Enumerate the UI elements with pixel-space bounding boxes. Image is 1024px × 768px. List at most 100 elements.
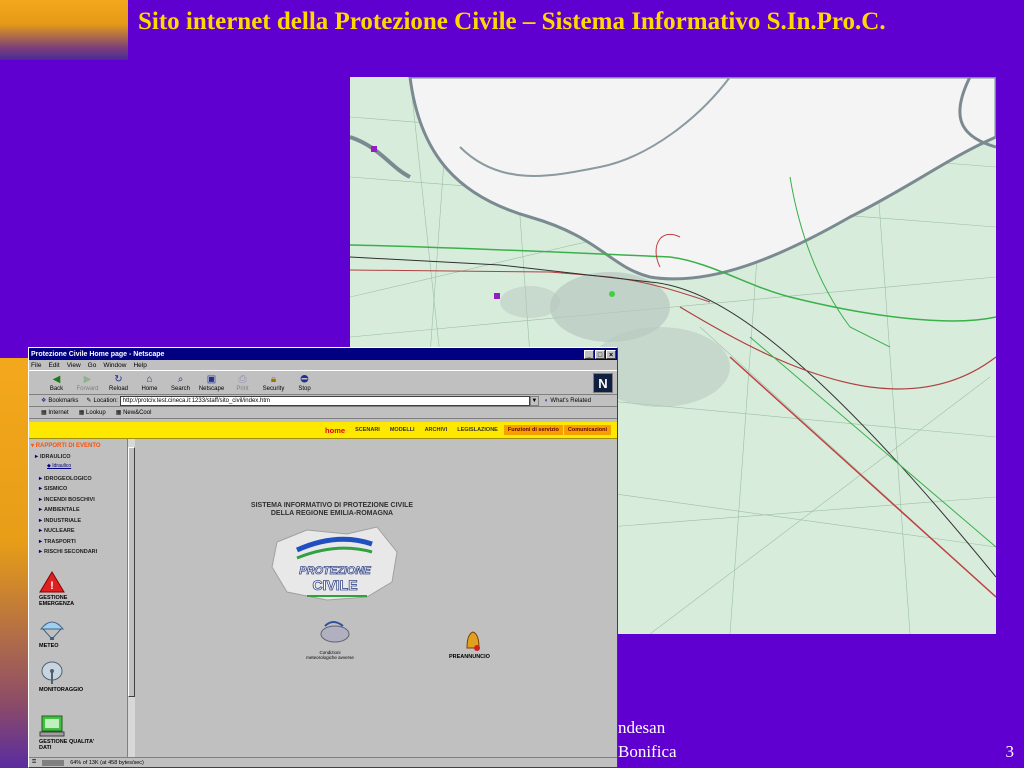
- security-icon: 🔒︎: [270, 374, 277, 385]
- nav-modelli[interactable]: MODELLI: [390, 427, 415, 433]
- sidebar-subitem-label: Idraulico: [52, 463, 72, 469]
- site-heading-line2: DELLA REGIONE EMILIA-ROMAGNA: [270, 510, 394, 517]
- sidebar-item-ambientale[interactable]: AMBIENTALE: [39, 506, 80, 513]
- lookup-link[interactable]: ▦ Lookup: [79, 409, 106, 416]
- menu-file[interactable]: File: [31, 362, 41, 369]
- security-button[interactable]: 🔒︎ Security: [258, 374, 289, 394]
- menu-window[interactable]: Window: [103, 362, 126, 369]
- nav-comunicazioni[interactable]: Comunicazioni: [563, 425, 611, 435]
- netscape-logo: N: [593, 373, 613, 393]
- bookmarks-button[interactable]: Bookmarks: [48, 398, 78, 404]
- sidebar-item-trasporti[interactable]: TRASPORTI: [39, 538, 76, 545]
- sidebar-subitem-idraulico[interactable]: ◆ Idraulico: [47, 463, 71, 469]
- forward-label: Forward: [76, 386, 99, 392]
- stop-icon: ⛔︎: [300, 374, 309, 385]
- print-label: Print: [236, 386, 249, 392]
- menu-bar: File Edit View Go Window Help: [29, 360, 617, 370]
- sidebar-item-nucleare[interactable]: NUCLEARE: [39, 527, 75, 534]
- whats-related-icon: ◐: [544, 397, 549, 404]
- personal-toolbar: ▦ Internet ▦ Lookup ▦ New&Cool: [29, 407, 617, 419]
- sidebar-heading-label: RAPPORTI DI EVENTO: [35, 443, 101, 449]
- monitoraggio-link[interactable]: MONITORAGGIO: [39, 661, 99, 693]
- forward-button[interactable]: ▶ Forward: [72, 374, 103, 394]
- footer-author: ndesan: [618, 718, 666, 737]
- sidebar-item-incendi-boschivi[interactable]: INCENDI BOSCHIVI: [39, 496, 95, 503]
- condizioni-meteo-label: Condizioni meteorologiche avverse: [306, 650, 354, 660]
- stop-button[interactable]: ⛔︎ Stop: [289, 374, 320, 394]
- gestione-qualita-dati-label: GESTIONE QUALITA' DATI: [39, 739, 95, 751]
- footer-organization: Bonifica: [618, 742, 677, 761]
- menu-go[interactable]: Go: [88, 362, 97, 369]
- netscape-button[interactable]: ▣ Netscape: [196, 374, 227, 394]
- computer-icon: [39, 715, 65, 737]
- protezione-civile-logo: PROTEZIONE CIVILE: [267, 522, 407, 602]
- monitoraggio-label: MONITORAGGIO: [39, 687, 84, 693]
- stop-label: Stop: [298, 386, 311, 392]
- reload-icon: ↻: [114, 374, 123, 385]
- sidebar-item-industriale[interactable]: INDUSTRIALE: [39, 517, 81, 524]
- progress-bar: [42, 759, 65, 766]
- nav-scenari[interactable]: SCENARI: [355, 427, 380, 433]
- forward-arrow-icon: ▶: [83, 374, 92, 385]
- reload-label: Reload: [108, 386, 128, 392]
- sidebar-item-idraulico[interactable]: IDRAULICO: [35, 453, 71, 460]
- print-icon: ⎙: [238, 374, 247, 385]
- sidebar-item-rischi-secondari[interactable]: RISCHI SECONDARI: [39, 548, 97, 555]
- sidebar-scrollbar[interactable]: [127, 439, 135, 757]
- gestione-qualita-dati-link[interactable]: GESTIONE QUALITA' DATI: [39, 715, 99, 751]
- whats-related-button[interactable]: What's Related: [550, 398, 591, 404]
- search-label: Search: [170, 386, 190, 392]
- back-label: Back: [49, 386, 64, 392]
- preannuncio-link[interactable]: [463, 628, 483, 654]
- newcool-link[interactable]: ▦ New&Cool: [116, 409, 152, 416]
- gestione-emergenza-label: GESTIONE EMERGENZA: [39, 595, 75, 607]
- url-dropdown-button[interactable]: ▼: [529, 395, 539, 406]
- browser-window: Protezione Civile Home page - Netscape _…: [28, 347, 618, 768]
- nav-home[interactable]: home: [325, 426, 345, 435]
- menu-view[interactable]: View: [67, 362, 81, 369]
- site-nav-bar: home SCENARI MODELLI ARCHIVI LEGISLAZION…: [29, 422, 617, 439]
- maximize-button[interactable]: □: [595, 349, 605, 359]
- back-arrow-icon: ◀: [52, 374, 61, 385]
- bookmark-icon: ❖: [41, 398, 47, 404]
- slide-corner-decoration: [0, 0, 128, 60]
- slide-title: Sito internet della Protezione Civile – …: [138, 8, 886, 35]
- gestione-emergenza-link[interactable]: ! GESTIONE EMERGENZA: [39, 571, 99, 607]
- browser-title: Protezione Civile Home page - Netscape: [31, 350, 165, 358]
- slide-number: 3: [1005, 742, 1015, 761]
- sidebar-item-idrogeologico[interactable]: IDROGEOLOGICO: [39, 475, 92, 482]
- print-button[interactable]: ⎙ Print: [227, 374, 258, 394]
- warning-triangle-icon: !: [39, 571, 65, 593]
- search-button[interactable]: ⌕ Search: [165, 374, 196, 394]
- parachute-icon: [39, 621, 65, 640]
- back-button[interactable]: ◀ Back: [41, 374, 72, 394]
- site-heading-line1: SISTEMA INFORMATIVO DI PROTEZIONE CIVILE: [250, 502, 414, 509]
- home-button[interactable]: ⌂ Home: [134, 374, 165, 394]
- nav-funzioni-servizio[interactable]: Funzioni di servizio: [503, 425, 563, 435]
- nav-legislazione[interactable]: LEGISLAZIONE: [457, 427, 498, 433]
- reload-button[interactable]: ↻ Reload: [103, 374, 134, 394]
- minimize-button[interactable]: _: [584, 349, 594, 359]
- netscape-icon: ▣: [206, 374, 217, 385]
- bell-icon: [466, 631, 480, 651]
- logo-text-civile: CIVILE: [312, 577, 357, 593]
- url-input[interactable]: http://protciv.test.cineca.it:1233/staff…: [119, 395, 530, 406]
- status-text: 64% of 13K (at 458 bytes/sec): [70, 759, 144, 766]
- site-heading: SISTEMA INFORMATIVO DI PROTEZIONE CIVILE…: [207, 502, 457, 518]
- status-lock-icon: ⚿: [32, 759, 37, 765]
- sidebar-heading[interactable]: ▾ RAPPORTI DI EVENTO: [31, 442, 101, 449]
- internet-link[interactable]: ▦ Internet: [41, 409, 69, 416]
- menu-help[interactable]: Help: [133, 362, 146, 369]
- scrollbar-thumb[interactable]: [128, 447, 135, 697]
- condizioni-meteo-link[interactable]: [319, 618, 351, 646]
- meteo-link[interactable]: METEO: [39, 619, 65, 649]
- menu-edit[interactable]: Edit: [48, 362, 59, 369]
- close-button[interactable]: ×: [606, 349, 616, 359]
- meteo-label: METEO: [39, 643, 59, 649]
- site-sidebar: ▾ RAPPORTI DI EVENTO IDRAULICO ◆ Idrauli…: [29, 439, 127, 757]
- location-label: Location:: [93, 397, 118, 404]
- sidebar-item-sismico[interactable]: SISMICO: [39, 485, 67, 492]
- nav-archivi[interactable]: ARCHIVI: [425, 427, 448, 433]
- svg-text:!: !: [50, 580, 54, 592]
- slide-side-decoration: [0, 358, 28, 768]
